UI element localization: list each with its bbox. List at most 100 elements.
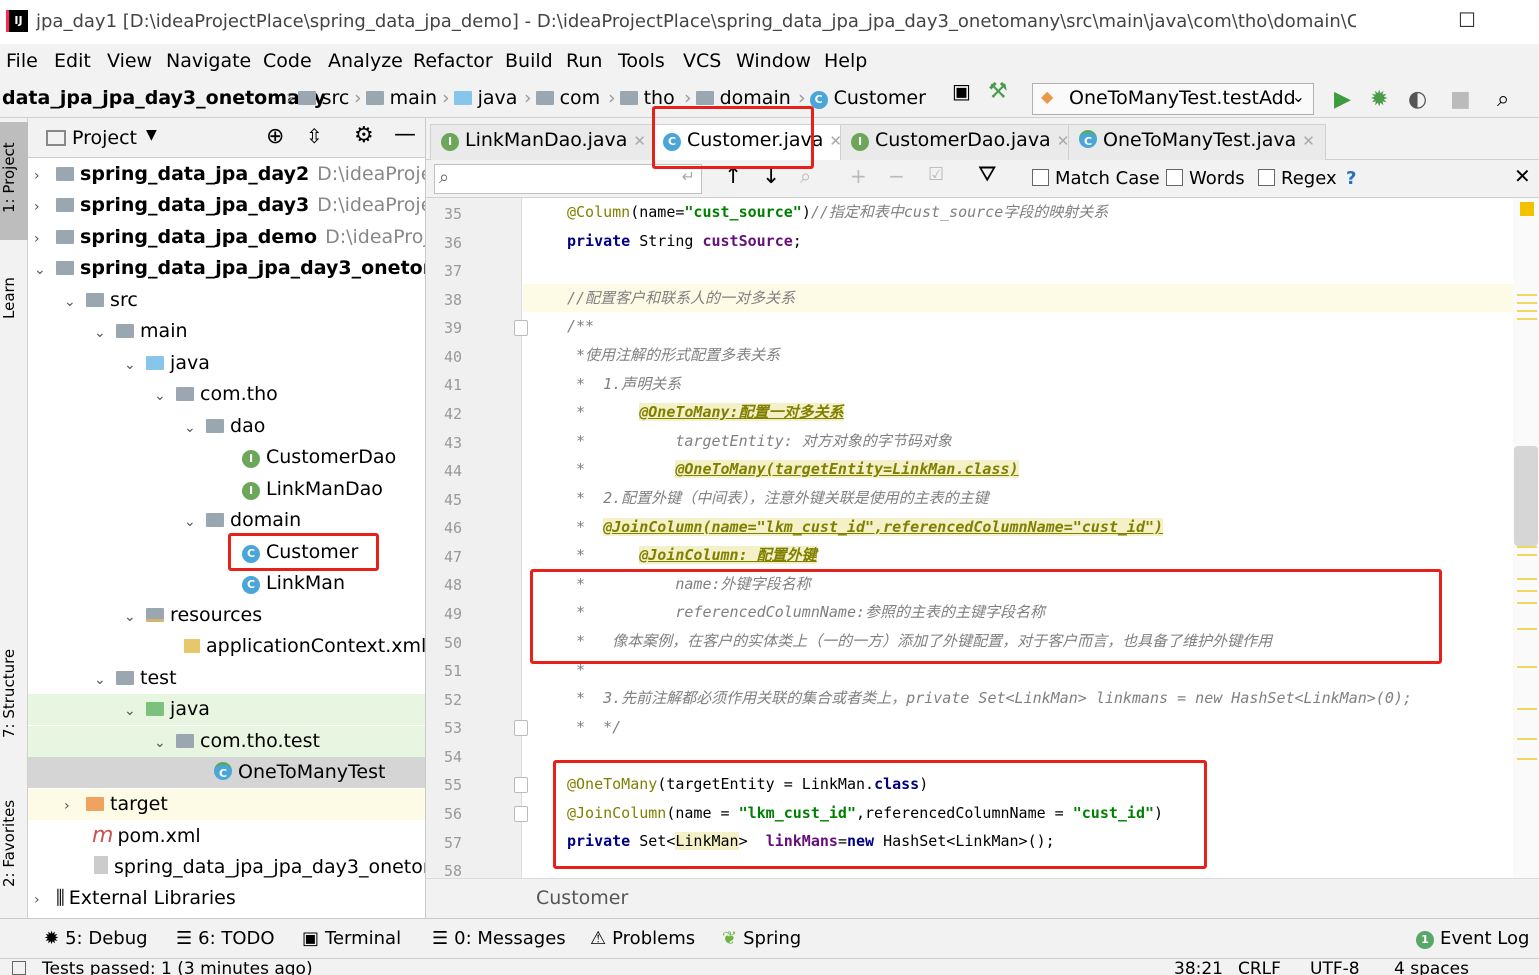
remove-occurrence-icon[interactable]: − [888,164,905,188]
coverage-icon[interactable]: ◐ [1408,87,1427,112]
project-structure-icon[interactable]: ▣ [952,79,971,103]
tab-customer[interactable]: C Customer.java ✕ [652,124,853,160]
regex-checkbox[interactable]: Regex [1258,168,1337,189]
tree-item[interactable]: I LinkManDao [28,474,425,505]
file-encoding[interactable]: UTF-8 [1310,959,1360,975]
maximize-icon[interactable]: ☐ [1458,8,1476,32]
tool-windows-icon[interactable] [12,961,26,975]
tree-item[interactable]: ⌄ com.tho [28,379,425,410]
warning-indicator-icon[interactable] [1520,202,1534,216]
favorites-tool-tab[interactable]: 2: Favorites [0,783,28,903]
nav-crumb-domain[interactable]: › domain [680,87,791,109]
spring-tool-button[interactable]: ❦ Spring [722,928,801,949]
menu-edit[interactable]: Edit [54,50,91,72]
match-case-checkbox[interactable]: Match Case [1032,168,1160,189]
menu-code[interactable]: Code [263,50,312,72]
select-all-occurrences-icon[interactable]: ☑ [928,164,944,185]
tree-item[interactable]: ⌄ spring_data_jpa_jpa_day3_onetomany [28,253,425,284]
tab-onetomanytest[interactable]: C OneToManyTest.java ✕ [1068,124,1326,160]
build-hammer-icon[interactable]: ⚒ [988,79,1008,104]
code-area[interactable]: @Column(name="cust_source")//指定和表中cust_s… [523,198,1513,878]
tree-item[interactable]: ⌄ test [28,663,425,694]
caret-position[interactable]: 38:21 [1174,959,1223,975]
add-occurrence-icon[interactable]: + [850,164,867,188]
tab-customerdao[interactable]: I CustomerDao.java ✕ [840,124,1081,160]
indent-setting[interactable]: 4 spaces [1394,959,1469,975]
todo-tool-button[interactable]: ☰ 6: TODO [176,928,275,949]
tree-item[interactable]: › ⫼ External Libraries [28,883,425,914]
tree-item[interactable]: ⌄ dao [28,411,425,442]
messages-tool-button[interactable]: ☰ 0: Messages [432,928,566,949]
project-view-title[interactable]: Project [72,127,137,149]
code-breadcrumb[interactable]: Customer [536,887,628,909]
chevron-down-icon[interactable]: ▼ [146,127,157,143]
menu-navigate[interactable]: Navigate [166,50,251,72]
event-log-button[interactable]: 1 Event Log [1416,928,1529,949]
menu-run[interactable]: Run [566,50,602,72]
regex-help-link[interactable]: ? [1346,168,1356,189]
nav-crumb-java[interactable]: › java [438,87,517,109]
nav-crumb-src[interactable]: › src [282,87,349,109]
previous-occurrence-icon[interactable]: ↑ [724,164,742,189]
tree-item[interactable]: spring_data_jpa_jpa_day3_onetoma [28,852,425,883]
tree-item[interactable]: ⌄ com.tho.test [28,726,425,757]
locate-icon[interactable]: ⊕ [266,124,284,149]
collapse-all-icon[interactable]: ⇳ [306,124,323,148]
menu-tools[interactable]: Tools [618,50,665,72]
gear-icon[interactable]: ⚙ [354,123,374,148]
menu-refactor[interactable]: Refactor [413,50,493,72]
tree-item[interactable]: C LinkMan [28,568,425,599]
tree-item[interactable]: › spring_data_jpa_demoD:\ideaProjectP [28,222,425,253]
structure-tool-tab[interactable]: 7: Structure [0,628,28,758]
menu-build[interactable]: Build [505,50,553,72]
nav-crumb-customer[interactable]: › C Customer [794,87,926,109]
tree-item[interactable]: ⌄ domain [28,505,425,536]
tree-item[interactable]: applicationContext.xml [28,631,425,662]
menu-help[interactable]: Help [824,50,867,72]
scrollbar-thumb[interactable] [1514,446,1538,546]
run-configuration-select[interactable]: ◆ OneToManyTest.testAdd ⌄ [1032,83,1314,115]
tree-item-customer[interactable]: C Customer [28,537,425,568]
tree-item[interactable]: ⌄ src [28,285,425,316]
terminal-tool-button[interactable]: ▣ Terminal [302,928,401,949]
debug-icon[interactable]: ✹ [1370,87,1388,112]
find-all-icon[interactable]: ⌕ [800,164,811,188]
tree-item[interactable]: ⌄ resources [28,600,425,631]
tree-item[interactable]: › spring_data_jpa_day3D:\ideaProjectPl [28,190,425,221]
stop-icon[interactable]: ■ [1450,87,1471,112]
close-icon[interactable]: ✕ [633,132,646,150]
problems-tool-button[interactable]: ⚠ Problems [590,928,695,949]
next-occurrence-icon[interactable]: ↓ [762,164,780,189]
line-separator[interactable]: CRLF [1238,959,1281,975]
find-input[interactable]: ⌕ ↵ [434,164,702,194]
menu-analyze[interactable]: Analyze [328,50,403,72]
tree-item[interactable]: I CustomerDao [28,442,425,473]
words-checkbox[interactable]: Words [1166,168,1245,189]
close-icon[interactable]: ✕ [1514,164,1531,188]
menu-vcs[interactable]: VCS [683,50,721,72]
tree-item[interactable]: › spring_data_jpa_day2D:\ideaProjectPl [28,159,425,190]
nav-project[interactable]: data_jpa_jpa_day3_onetomany [2,87,326,109]
debug-tool-button[interactable]: ✹ 5: Debug [44,928,148,949]
tree-item[interactable]: ⌄ java [28,348,425,379]
menu-view[interactable]: View [107,50,152,72]
tree-item[interactable]: ⌄ java [28,694,425,725]
filter-icon[interactable]: ⛛ [978,162,996,187]
nav-crumb-com[interactable]: › com [520,87,600,109]
nav-crumb-main[interactable]: › main [350,87,437,109]
run-icon[interactable]: ▶ [1334,87,1351,112]
tree-item[interactable]: ⌄ main [28,316,425,347]
nav-crumb-tho[interactable]: › tho [604,87,675,109]
menu-window[interactable]: Window [736,50,811,72]
status-message[interactable]: Tests passed: 1 (3 minutes ago) [42,959,313,975]
hide-icon[interactable]: — [394,122,416,147]
tree-item[interactable]: m pom.xml [28,820,425,851]
project-tool-tab[interactable]: 1: Project [0,122,28,240]
tree-item[interactable]: C OneToManyTest [28,757,425,788]
close-icon[interactable]: ✕ [1302,132,1315,150]
tab-linkmandao[interactable]: I LinkManDao.java ✕ [430,124,657,160]
learn-tool-tab[interactable]: Learn [0,258,28,338]
search-icon[interactable]: ⌕ [1497,87,1509,112]
tree-item[interactable]: › target [28,789,425,820]
menu-file[interactable]: File [6,50,38,72]
